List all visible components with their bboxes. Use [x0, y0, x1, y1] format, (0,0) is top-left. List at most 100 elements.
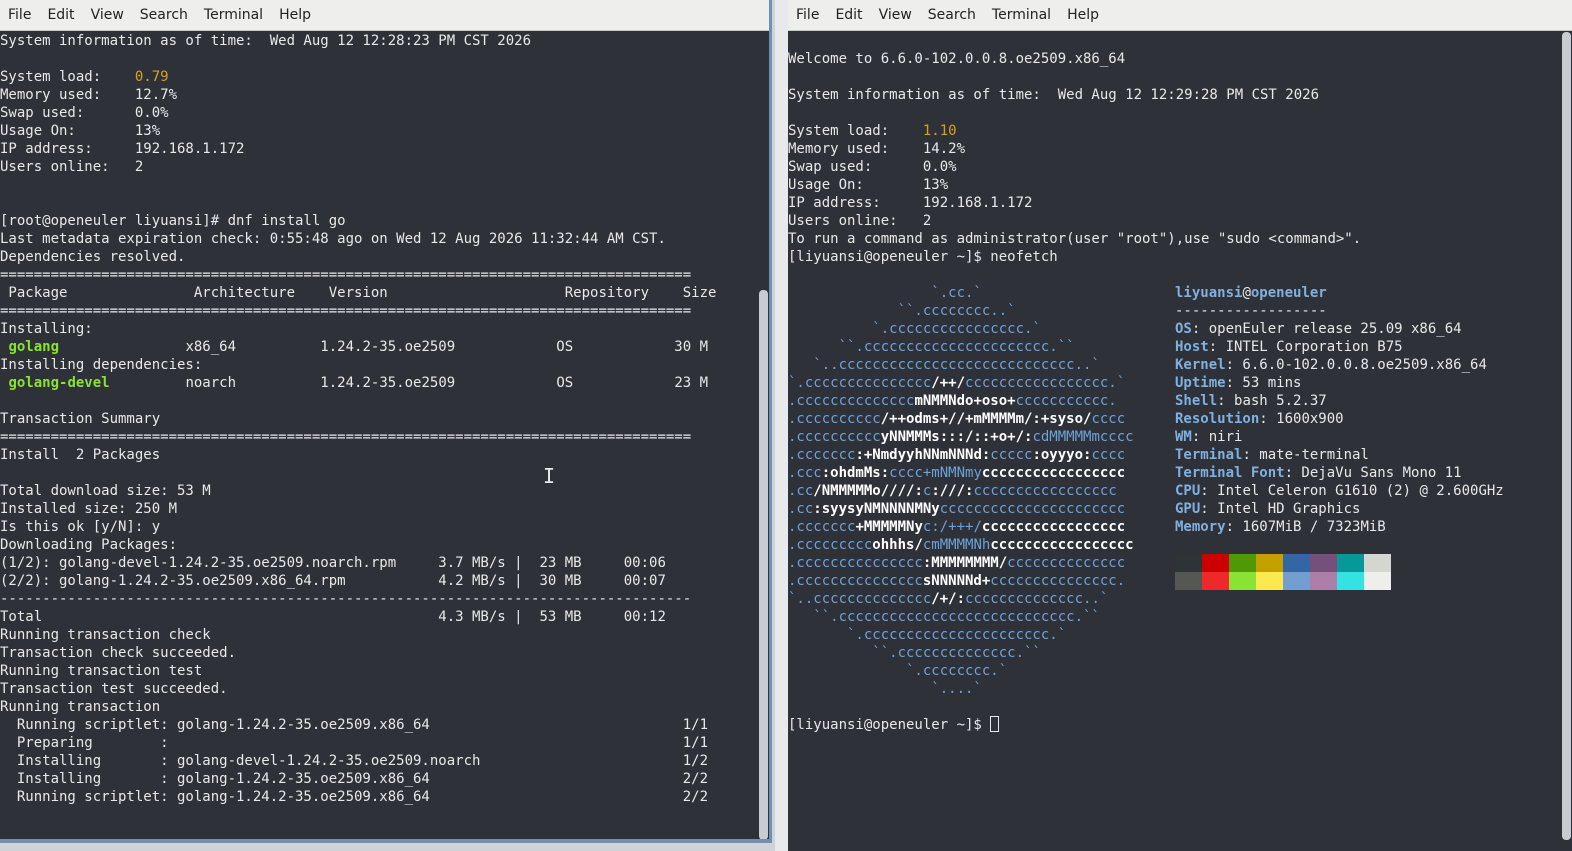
color-swatch: [1202, 572, 1229, 590]
info-field: Uptime: 53 mins: [1175, 374, 1504, 392]
menu-file[interactable]: File: [788, 0, 827, 31]
output-line: Total download size: 53 M: [0, 483, 211, 499]
output-line: System information as of time: Wed Aug 1…: [788, 87, 1320, 103]
menu-search[interactable]: Search: [920, 0, 984, 31]
openeuler-ascii-logo: `.cc.` ``.cccccccc..` `.cccccccccccccccc…: [788, 284, 1168, 698]
ascii-logo-line: .cc/NMMMMMo////:c:///:ccccccccccccccccc: [788, 483, 1117, 499]
output-line: Memory used: 12.7%: [0, 87, 178, 103]
info-field: Resolution: 1600x900: [1175, 410, 1504, 428]
menu-terminal[interactable]: Terminal: [196, 0, 271, 31]
menu-search[interactable]: Search: [132, 0, 196, 31]
color-swatch: [1283, 554, 1310, 572]
info-value: : 53 mins: [1225, 375, 1302, 391]
palette-row-bright: [1175, 572, 1391, 590]
terminal-window-left[interactable]: File Edit View Search Terminal Help Syst…: [0, 0, 772, 843]
info-field: Terminal Font: DejaVu Sans Mono 11: [1175, 464, 1504, 482]
output-line: Preparing : 1/1: [0, 735, 709, 751]
output-line: Swap used: 0.0%: [0, 105, 169, 121]
terminal-output-right[interactable]: Welcome to 6.6.0-102.0.0.8.oe2509.x86_64…: [788, 32, 1572, 851]
info-value: : 6.6.0-102.0.0.8.oe2509.x86_64: [1225, 357, 1487, 373]
ascii-logo-line: `.cccccccccccccccc.`: [788, 321, 1041, 337]
info-user: liyuansi: [1175, 285, 1243, 301]
color-swatch: [1283, 572, 1310, 590]
scrollbar-left[interactable]: [758, 32, 769, 839]
menu-view[interactable]: View: [871, 0, 920, 31]
ascii-logo-line: `..cccccccccccccccccccccccccccc..`: [788, 357, 1100, 373]
ascii-logo-line: .ccccccc:+NmdyyhNNmNNNd:ccccc:oyyyo:cccc: [788, 447, 1126, 463]
output-line: IP address: 192.168.1.172: [788, 195, 1033, 211]
ascii-logo-line: .cccccccccc/++odms+//+mMMMMm/:+syso/cccc: [788, 411, 1126, 427]
output-line: Users online: 2: [0, 159, 144, 175]
menu-terminal[interactable]: Terminal: [984, 0, 1059, 31]
info-label: Terminal Font: [1175, 465, 1285, 481]
menu-edit[interactable]: Edit: [827, 0, 870, 31]
output-line: Installing:: [0, 321, 93, 337]
terminal-window-right[interactable]: File Edit View Search Terminal Help Welc…: [788, 0, 1572, 851]
ascii-logo-line: .ccccccccccyNNMMMs:::/::+o+/:cdMMMMMmccc…: [788, 429, 1134, 445]
menu-view[interactable]: View: [83, 0, 132, 31]
color-swatch: [1256, 572, 1283, 590]
info-value: : mate-terminal: [1242, 447, 1369, 463]
output-line: (2/2): golang-1.24.2-35.oe2509.x86_64.rp…: [0, 573, 666, 589]
info-field: CPU: Intel Celeron G1610 (2) @ 2.600GHz: [1175, 482, 1504, 500]
package-name: golang-devel: [8, 375, 110, 391]
output-line: Usage On: 13%: [788, 177, 949, 193]
output-line: Installing : golang-1.24.2-35.oe2509.x86…: [0, 771, 709, 787]
load-value: 0.79: [134, 69, 169, 85]
info-field: Terminal: mate-terminal: [1175, 446, 1504, 464]
menu-file[interactable]: File: [0, 0, 39, 31]
info-field: Host: INTEL Corporation B75: [1175, 338, 1504, 356]
output-line: Running scriptlet: golang-1.24.2-35.oe25…: [0, 717, 709, 733]
ascii-logo-line: .cc:syysyNMNNNNMNycccccccccccccccccccccc: [788, 501, 1126, 517]
ascii-logo-line: ``.cccccccccccccccccccccccccccc.``: [788, 609, 1100, 625]
final-prompt-line[interactable]: [liyuansi@openeuler ~]$: [788, 716, 1000, 734]
color-swatch: [1364, 554, 1391, 572]
scrollbar-right[interactable]: [1561, 32, 1572, 851]
menu-help[interactable]: Help: [1059, 0, 1107, 31]
output-line: Welcome to 6.6.0-102.0.0.8.oe2509.x86_64: [788, 51, 1126, 67]
scrollbar-thumb-left[interactable]: [759, 290, 768, 839]
ascii-logo-line: ``.cccccccc..`: [788, 303, 1016, 319]
ascii-logo-line: `....`: [788, 681, 982, 697]
info-value: : 1600x900: [1259, 411, 1344, 427]
color-swatch: [1175, 554, 1202, 572]
scrollbar-thumb-right[interactable]: [1562, 32, 1571, 840]
load-label: System load:: [0, 69, 135, 85]
output-line: Dependencies resolved.: [0, 249, 186, 265]
info-label: Resolution: [1175, 411, 1260, 427]
output-line: Running scriptlet: golang-1.24.2-35.oe25…: [0, 789, 709, 805]
palette-row-normal: [1175, 554, 1391, 572]
menu-edit[interactable]: Edit: [39, 0, 82, 31]
color-swatch: [1310, 554, 1337, 572]
output-line: Usage On: 13%: [0, 123, 161, 139]
output-line: Transaction test succeeded.: [0, 681, 228, 697]
output-line: Transaction Summary: [0, 411, 161, 427]
output-line: Running transaction: [0, 699, 161, 715]
output-line: Memory used: 14.2%: [788, 141, 966, 157]
color-swatch: [1229, 554, 1256, 572]
load-value: 1.10: [922, 123, 957, 139]
ascii-logo-line: ``.cccccccccccccc.``: [788, 645, 1041, 661]
output-line: Users online: 2: [788, 213, 932, 229]
info-separator: ------------------: [1175, 303, 1327, 319]
color-swatch: [1229, 572, 1256, 590]
menu-help[interactable]: Help: [271, 0, 319, 31]
color-swatch: [1202, 554, 1229, 572]
color-swatch: [1256, 554, 1283, 572]
terminal-output-left[interactable]: System information as of time: Wed Aug 1…: [0, 32, 769, 839]
info-value: : bash 5.2.37: [1217, 393, 1327, 409]
color-swatch: [1364, 572, 1391, 590]
output-line: Running transaction test: [0, 663, 203, 679]
package-name: golang: [8, 339, 60, 355]
info-label: WM: [1175, 429, 1192, 445]
ascii-logo-line: .ccccccccccccccc:MMMMMMMM/cccccccccccccc: [788, 555, 1126, 571]
output-line: Running transaction check: [0, 627, 211, 643]
ascii-logo-line: `.cccccccc.`: [788, 663, 1008, 679]
color-palette: [1175, 554, 1391, 590]
info-label: OS: [1175, 321, 1192, 337]
ascii-logo-line: `.cccccccccccccccccccccc.`: [788, 627, 1067, 643]
